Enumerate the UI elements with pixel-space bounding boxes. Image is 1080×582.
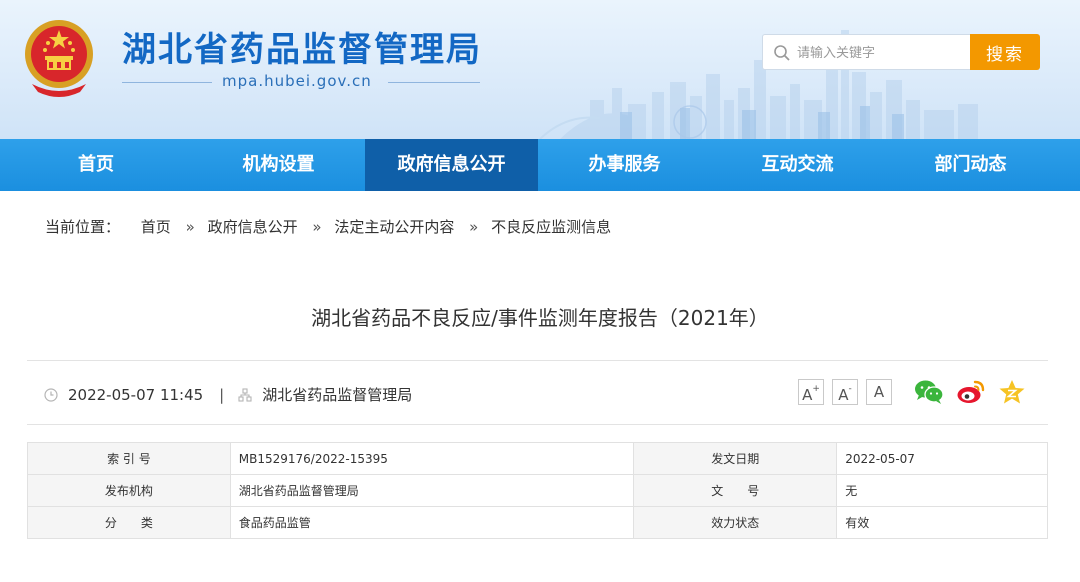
weibo-icon[interactable] xyxy=(956,379,986,405)
national-emblem-icon xyxy=(25,20,93,97)
index-number-value: MB1529176/2022-15395 xyxy=(229,442,635,475)
category-label: 分 类 xyxy=(27,506,231,539)
document-number-value: 无 xyxy=(836,474,1048,507)
url-left-rule xyxy=(122,82,212,83)
breadcrumb-item[interactable]: 政府信息公开 xyxy=(208,218,298,236)
nav-interaction[interactable]: 互动交流 xyxy=(711,139,884,191)
breadcrumb-item[interactable]: 不良反应监测信息 xyxy=(491,218,611,236)
publish-datetime: 2022-05-07 11:45 xyxy=(68,385,204,404)
search-button[interactable]: 搜索 xyxy=(970,34,1040,70)
font-decrease-button[interactable]: A- xyxy=(832,379,858,405)
site-url: mpa.hubei.gov.cn xyxy=(222,72,372,90)
breadcrumb-separator: » xyxy=(312,218,322,236)
site-title[interactable]: 湖北省药品监督管理局 xyxy=(122,22,482,71)
breadcrumb-separator: » xyxy=(185,218,195,236)
nav-home[interactable]: 首页 xyxy=(0,139,192,191)
search-box xyxy=(762,34,971,70)
title-divider xyxy=(27,360,1048,361)
table-row: 索 引 号 MB1529176/2022-15395 发文日期 2022-05-… xyxy=(27,442,1048,475)
document-info-table: 索 引 号 MB1529176/2022-15395 发文日期 2022-05-… xyxy=(27,442,1048,539)
publisher-value: 湖北省药品监督管理局 xyxy=(229,474,635,507)
clock-icon xyxy=(44,387,58,402)
site-header: 湖北省药品监督管理局 mpa.hubei.gov.cn 搜索 xyxy=(0,0,1080,139)
breadcrumb: 当前位置： 首页 » 政府信息公开 » 法定主动公开内容 » 不良反应监测信息 xyxy=(45,216,617,237)
issue-date-value: 2022-05-07 xyxy=(836,442,1048,475)
article-meta: 2022-05-07 11:45 | 湖北省药品监督管理局 xyxy=(44,384,412,405)
validity-value: 有效 xyxy=(836,506,1048,539)
breadcrumb-item[interactable]: 法定主动公开内容 xyxy=(334,218,454,236)
validity-label: 效力状态 xyxy=(633,506,838,539)
breadcrumb-separator: » xyxy=(469,218,479,236)
meta-divider: | xyxy=(219,385,225,404)
nav-services[interactable]: 办事服务 xyxy=(538,139,711,191)
article-source: 湖北省药品监督管理局 xyxy=(262,386,413,404)
meta-divider-line xyxy=(27,424,1048,425)
url-right-rule xyxy=(388,82,480,83)
font-reset-button[interactable]: A xyxy=(866,379,892,405)
font-increase-button[interactable]: A+ xyxy=(798,379,824,405)
index-number-label: 索 引 号 xyxy=(27,442,231,475)
breadcrumb-item[interactable]: 首页 xyxy=(141,218,171,236)
nav-organization[interactable]: 机构设置 xyxy=(192,139,365,191)
nav-gov-info[interactable]: 政府信息公开 xyxy=(365,139,538,191)
organization-icon xyxy=(238,387,252,402)
qzone-icon[interactable] xyxy=(998,379,1026,405)
wechat-icon[interactable] xyxy=(914,379,944,405)
category-value: 食品药品监管 xyxy=(229,506,635,539)
search-input[interactable] xyxy=(797,42,965,64)
table-row: 发布机构 湖北省药品监督管理局 文 号 无 xyxy=(27,474,1048,507)
document-number-label: 文 号 xyxy=(633,474,838,507)
table-row: 分 类 食品药品监管 效力状态 有效 xyxy=(27,506,1048,539)
main-nav: 首页 机构设置 政府信息公开 办事服务 互动交流 部门动态 xyxy=(0,139,1080,191)
publisher-label: 发布机构 xyxy=(27,474,231,507)
article-title: 湖北省药品不良反应/事件监测年度报告（2021年） xyxy=(311,306,769,330)
issue-date-label: 发文日期 xyxy=(633,442,838,475)
nav-news[interactable]: 部门动态 xyxy=(884,139,1057,191)
search-icon xyxy=(774,45,790,61)
breadcrumb-prefix: 当前位置： xyxy=(45,218,121,236)
